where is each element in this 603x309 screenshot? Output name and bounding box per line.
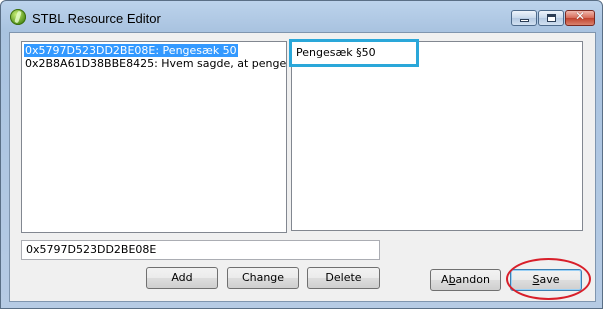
list-item[interactable]: 0x5797D523DD2BE08E: Pengesæk 50: [24, 44, 238, 57]
minimize-icon: [520, 19, 529, 22]
window-title: STBL Resource Editor: [32, 11, 161, 26]
title-bar[interactable]: STBL Resource Editor ✕: [1, 1, 602, 33]
close-icon: ✕: [574, 9, 586, 23]
string-value-editor[interactable]: Pengesæk §50: [291, 41, 583, 231]
abandon-label-start: A: [441, 273, 449, 286]
app-icon: [10, 9, 26, 25]
maximize-button[interactable]: [538, 10, 564, 26]
abandon-label-end: andon: [455, 273, 490, 286]
change-button[interactable]: Change: [227, 267, 299, 289]
close-button[interactable]: ✕: [565, 9, 595, 26]
add-button[interactable]: Add: [146, 267, 218, 289]
stbl-editor-window: STBL Resource Editor ✕ 0x5797D523DD2BE08…: [0, 0, 603, 309]
maximize-icon: [547, 14, 556, 22]
editor-client-area: 0x5797D523DD2BE08E: Pengesæk 50 0x2B8A61…: [9, 32, 596, 302]
save-button[interactable]: Save: [510, 269, 582, 291]
key-input[interactable]: 0x5797D523DD2BE08E: [21, 240, 380, 260]
abandon-button[interactable]: Abandon: [430, 269, 501, 291]
list-item[interactable]: 0x2B8A61D38BBE8425: Hvem sagde, at penge…: [24, 57, 286, 70]
string-value-text: Pengesæk §50: [296, 46, 376, 59]
save-label-end: ave: [539, 273, 560, 286]
minimize-button[interactable]: [511, 10, 537, 26]
abandon-label-mnemonic: b: [448, 273, 456, 286]
delete-button[interactable]: Delete: [307, 267, 380, 289]
string-list[interactable]: 0x5797D523DD2BE08E: Pengesæk 50 0x2B8A61…: [21, 41, 287, 233]
